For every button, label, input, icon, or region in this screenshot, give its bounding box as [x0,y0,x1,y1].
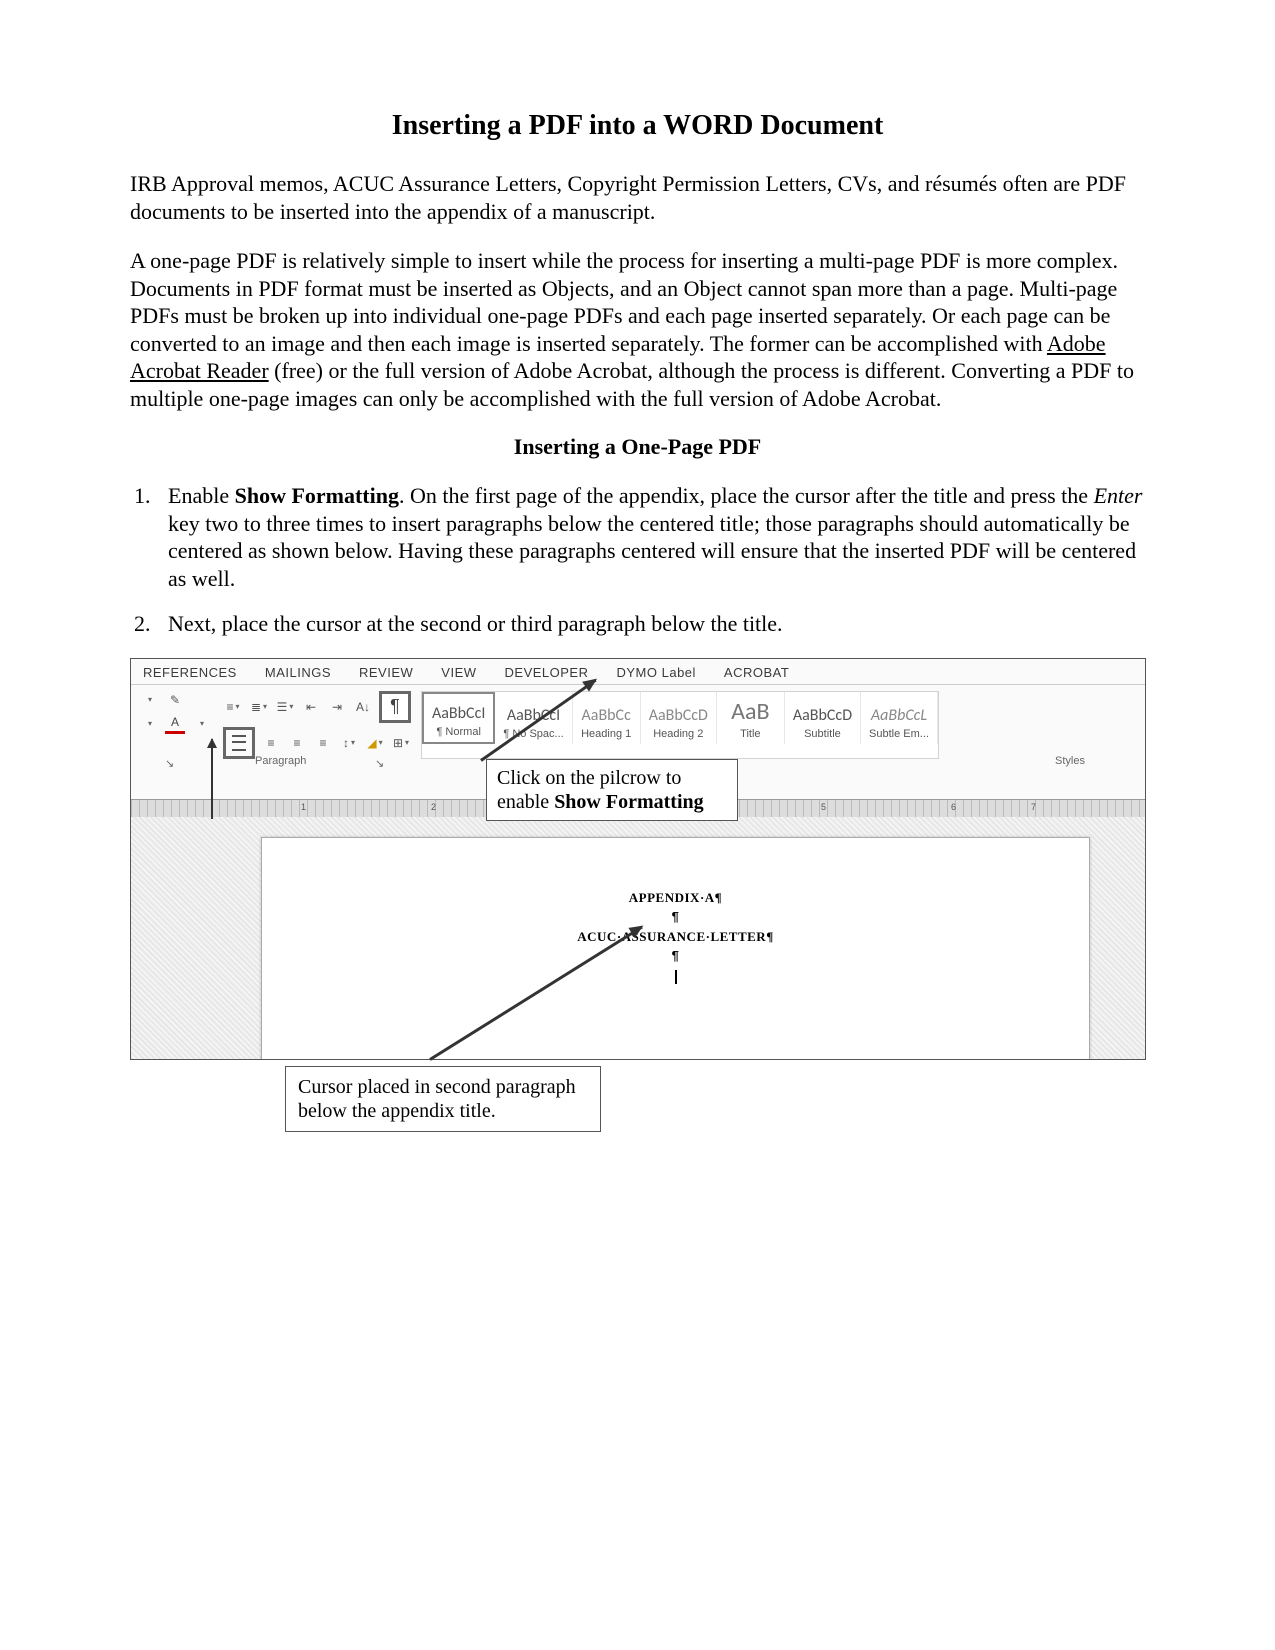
ribbon-tab[interactable]: DEVELOPER [505,665,589,680]
page-title: Inserting a PDF into a WORD Document [130,110,1145,142]
shading-icon[interactable]: ◢ [365,734,385,752]
ribbon-tab[interactable]: VIEW [441,665,476,680]
step-1: Enable Show Formatting. On the first pag… [156,482,1145,592]
style-item[interactable]: AaBbCcD Heading 2 [641,692,717,744]
ribbon-tab[interactable]: DYMO Label [617,665,696,680]
arrow-to-align-icon [211,739,213,819]
intro2-pre: A one-page PDF is relatively simple to i… [130,248,1118,356]
appendix-subtitle: ACUC·ASSURANCE·LETTER¶ [262,927,1089,947]
indent-left-icon[interactable]: ⇤ [301,698,321,716]
ribbon-tabs: REFERENCES MAILINGS REVIEW VIEW DEVELOPER DYM… [131,659,1145,685]
borders-icon[interactable]: ⊞ [391,734,411,752]
ribbon-tab[interactable]: REVIEW [359,665,413,680]
appendix-title-block: APPENDIX·A¶ ¶ ACUC·ASSURANCE·LETTER¶ ¶ [262,888,1089,986]
ribbon-tab[interactable]: REFERENCES [143,665,237,680]
style-item[interactable]: AaBbCcD Subtitle [785,692,861,744]
step1-rest-a: . On the first page of the appendix, pla… [399,483,1094,508]
section-heading: Inserting a One-Page PDF [130,434,1145,460]
style-label: ¶ Normal [436,726,480,738]
word-screenshot-figure: REFERENCES MAILINGS REVIEW VIEW DEVELOPER DYM… [130,658,1144,1060]
style-preview: AaBbCcD [649,708,708,724]
bullets-icon[interactable]: ≡ [223,698,243,716]
style-item[interactable]: AaBbCcL Subtle Em... [861,692,938,744]
style-item[interactable]: AaBbCcI ¶ Normal [422,692,495,744]
callout1-line2-bold: Show Formatting [554,791,703,813]
align-right-icon[interactable]: ≡ [287,734,307,752]
style-label: Title [740,728,760,740]
styles-group-label: Styles [1055,755,1085,767]
document-page[interactable]: APPENDIX·A¶ ¶ ACUC·ASSURANCE·LETTER¶ ¶ [261,837,1090,1060]
style-label: Heading 1 [581,728,631,740]
style-item[interactable]: AaBbCcI¶ No Spac... [495,692,572,744]
ribbon-tab[interactable]: MAILINGS [265,665,331,680]
intro-paragraph-2: A one-page PDF is relatively simple to i… [130,247,1145,412]
dialog-launcher-icon[interactable]: ↘ [165,757,174,770]
step1-lead: Enable [168,483,235,508]
style-preview: AaBbCcD [793,708,852,724]
dialog-launcher-icon[interactable]: ↘ [375,757,384,770]
style-preview: AaBbCcL [871,708,927,724]
style-item[interactable]: AaBbCc Heading 1 [573,692,641,744]
style-item[interactable]: AaB Title [717,692,785,744]
paragraph-group-label: Paragraph [255,755,306,767]
line-spacing-icon[interactable]: ↕ [339,734,359,752]
pilcrow-mark: ¶ [262,907,1089,927]
multilevel-icon[interactable]: ☰ [275,698,295,716]
style-preview: AaB [731,700,769,724]
sort-icon[interactable]: A↓ [353,698,373,716]
ribbon-toolbar: ✎ A ≡ ≣ ☰ ⇤ ⇥ A↓ [131,685,1145,759]
appendix-heading: APPENDIX·A¶ [262,888,1089,908]
step1-italic: Enter [1094,483,1143,508]
dropdown-icon[interactable] [139,714,159,732]
cursor-callout: Cursor placed in second paragraph below … [285,1066,601,1132]
style-label: Heading 2 [653,728,703,740]
format-painter-icon[interactable]: ✎ [165,691,185,709]
align-left-button[interactable] [223,727,255,759]
style-label: Subtle Em... [869,728,929,740]
intro2-post: (free) or the full version of Adobe Acro… [130,358,1134,411]
ribbon-container: REFERENCES MAILINGS REVIEW VIEW DEVELOPER DYM… [130,658,1146,1060]
dropdown-icon[interactable] [139,691,159,709]
align-justify-icon[interactable]: ≡ [313,734,333,752]
style-preview: AaBbCcI [432,706,485,722]
font-color-icon[interactable]: A [165,713,185,734]
style-label: Subtitle [804,728,841,740]
pilcrow-button[interactable]: ¶ [379,691,411,723]
paragraph-group: ≡ ≣ ☰ ⇤ ⇥ A↓ ¶ ≡ ≡ ≡ ↕ ◢ [223,691,411,759]
document-canvas: APPENDIX·A¶ ¶ ACUC·ASSURANCE·LETTER¶ ¶ [131,817,1145,1059]
align-center-icon[interactable]: ≡ [261,734,281,752]
ribbon-tab[interactable]: ACROBAT [724,665,789,680]
indent-right-icon[interactable]: ⇥ [327,698,347,716]
font-mini-group: ✎ A [139,691,211,759]
step1-bold: Show Formatting [235,483,399,508]
callout1-line2-pre: enable [497,791,554,813]
callout1-line1: Click on the pilcrow to [497,767,681,789]
style-preview: AaBbCc [582,708,631,724]
step-2: Next, place the cursor at the second or … [156,610,1145,638]
pilcrow-mark: ¶ [262,946,1089,966]
numbering-icon[interactable]: ≣ [249,698,269,716]
dropdown-icon[interactable] [191,714,211,732]
intro-paragraph-1: IRB Approval memos, ACUC Assurance Lette… [130,170,1145,225]
pilcrow-callout: Click on the pilcrow to enable Show Form… [486,759,738,821]
cursor-position [262,966,1089,986]
step1-rest-b: key two to three times to insert paragra… [168,511,1136,591]
steps-list: Enable Show Formatting. On the first pag… [130,482,1145,638]
